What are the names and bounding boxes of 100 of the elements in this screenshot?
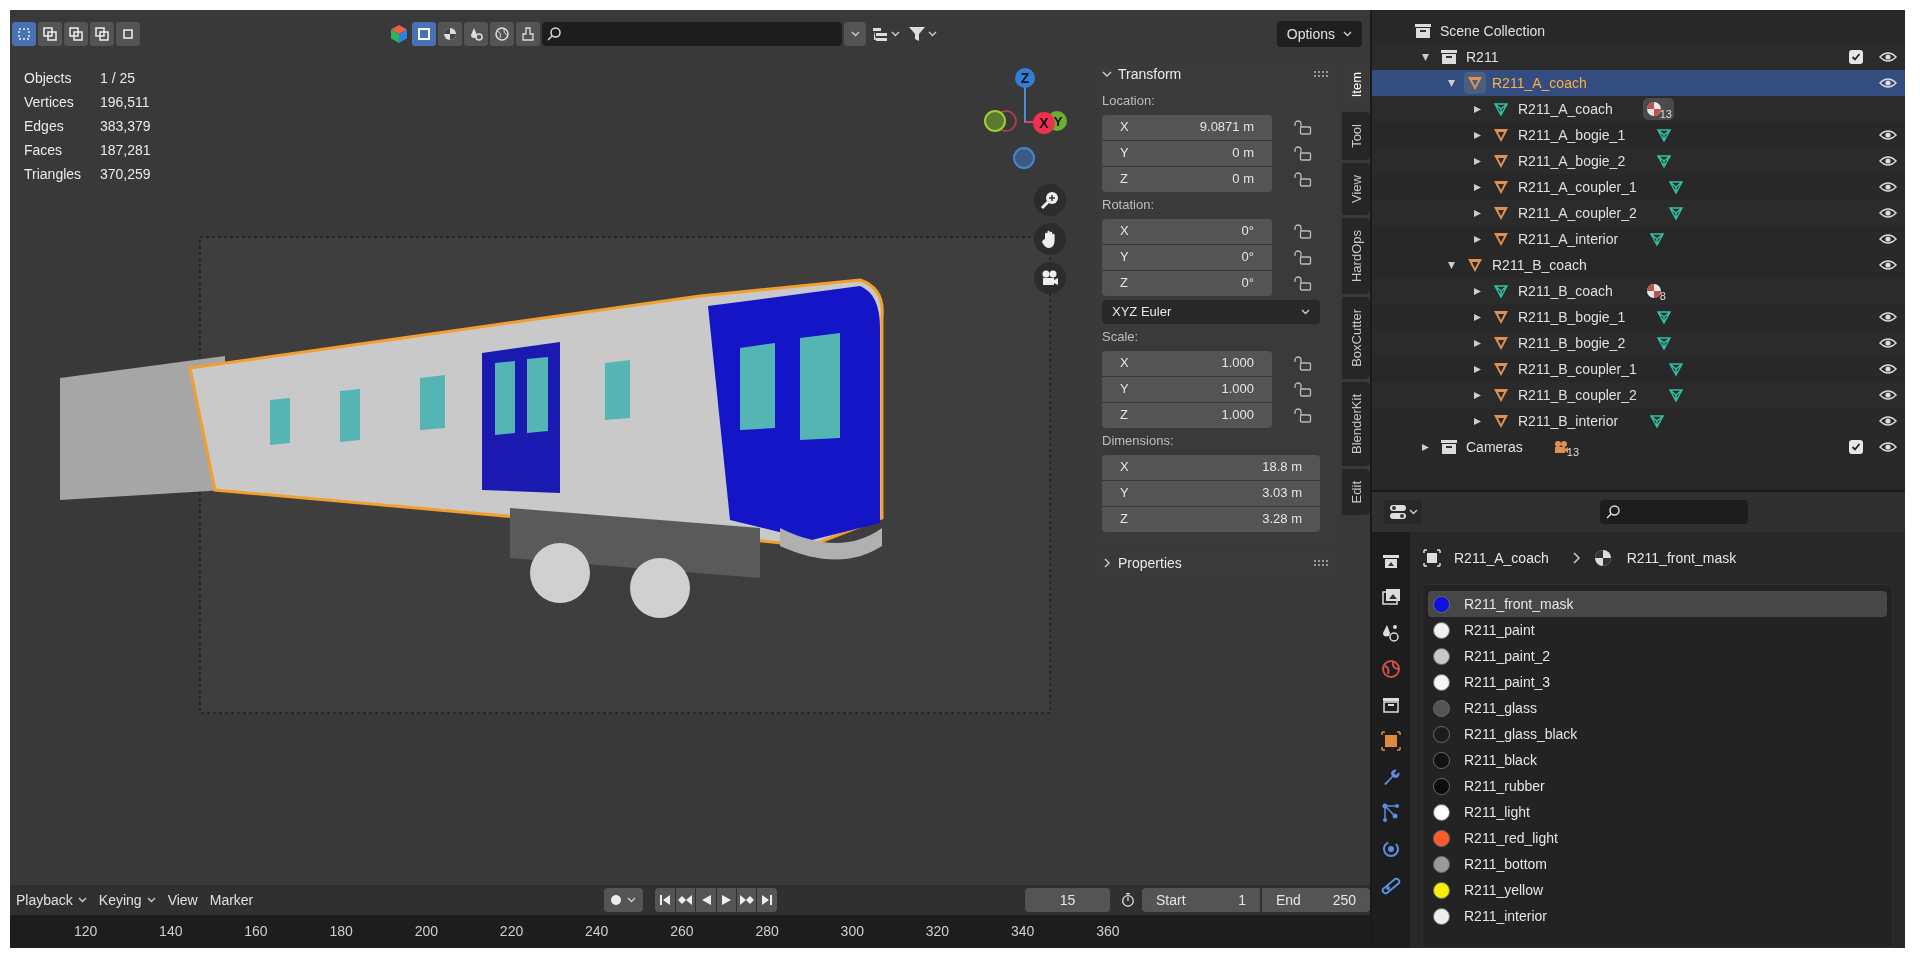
start-frame-field[interactable]: Start 1 xyxy=(1142,888,1260,912)
playback-button[interactable] xyxy=(716,888,736,912)
number-field[interactable]: Z 0° xyxy=(1102,270,1272,296)
playback-button[interactable] xyxy=(757,888,777,912)
number-field[interactable]: Z 1.000 xyxy=(1102,402,1272,428)
collapsed-arrow-icon[interactable] xyxy=(1472,312,1482,322)
sidebar-tab[interactable]: View xyxy=(1342,163,1370,216)
timeline-menu[interactable]: Playback xyxy=(10,887,93,913)
number-field[interactable]: Y 1.000 xyxy=(1102,376,1272,402)
expanded-arrow-icon[interactable] xyxy=(1446,78,1456,88)
drag-handle-icon[interactable] xyxy=(1314,560,1328,566)
material-slot[interactable]: R211_paint_3 xyxy=(1428,669,1887,695)
rotation-mode-dropdown[interactable]: XYZ Euler xyxy=(1102,300,1320,324)
number-field[interactable]: X 18.8 m xyxy=(1102,454,1320,480)
collapsed-arrow-icon[interactable] xyxy=(1472,416,1482,426)
timeline-menu[interactable]: Marker xyxy=(203,887,260,913)
unlock-icon[interactable] xyxy=(1294,119,1312,135)
material-slot[interactable]: R211_paint_2 xyxy=(1428,643,1887,669)
playback-button[interactable] xyxy=(675,888,696,912)
collapsed-arrow-icon[interactable] xyxy=(1472,182,1482,192)
eye-icon[interactable] xyxy=(1879,363,1897,375)
dropdown-button[interactable] xyxy=(844,22,866,46)
hand-icon[interactable] xyxy=(1034,223,1066,255)
material-slot[interactable]: R211_interior xyxy=(1428,903,1887,929)
material-slot[interactable]: R211_black xyxy=(1428,747,1887,773)
number-field[interactable]: Y 0° xyxy=(1102,244,1272,270)
eye-icon[interactable] xyxy=(1879,389,1897,401)
timeline-menu[interactable]: Keying xyxy=(92,887,162,913)
sidebar-tab[interactable]: Tool xyxy=(1342,112,1370,161)
collapsed-arrow-icon[interactable] xyxy=(1420,442,1430,452)
view-mode-button[interactable] xyxy=(412,22,436,46)
material-badge[interactable]: 13 xyxy=(1642,98,1674,120)
material-slot[interactable]: R211_front_mask xyxy=(1428,591,1887,617)
view-mode-button[interactable] xyxy=(438,22,462,46)
eye-icon[interactable] xyxy=(1879,337,1897,349)
material-slot[interactable]: R211_glass xyxy=(1428,695,1887,721)
eye-icon[interactable] xyxy=(1879,415,1897,427)
material-slot[interactable]: R211_rubber xyxy=(1428,773,1887,799)
panel-title[interactable]: Transform xyxy=(1118,63,1182,85)
timeline-menu[interactable]: View xyxy=(161,887,204,913)
material-slot[interactable]: R211_bottom xyxy=(1428,851,1887,877)
drag-handle-icon[interactable] xyxy=(1314,71,1328,77)
eye-icon[interactable] xyxy=(1879,259,1897,271)
collapsed-arrow-icon[interactable] xyxy=(1472,390,1482,400)
number-field[interactable]: X 0° xyxy=(1102,218,1272,244)
search-field[interactable] xyxy=(542,22,842,46)
unlock-icon[interactable] xyxy=(1294,275,1312,291)
collapsed-arrow-icon[interactable] xyxy=(1472,156,1482,166)
collapsed-arrow-icon[interactable] xyxy=(1472,338,1482,348)
playback-button[interactable] xyxy=(736,888,757,912)
select-mode-button[interactable] xyxy=(12,22,36,46)
zoom-icon[interactable] xyxy=(1034,184,1066,216)
eye-icon[interactable] xyxy=(1879,77,1897,89)
unlock-icon[interactable] xyxy=(1294,355,1312,371)
sidebar-tab[interactable]: HardOps xyxy=(1342,218,1370,295)
sidebar-tab[interactable]: BoxCutter xyxy=(1342,297,1370,379)
stopwatch-icon[interactable] xyxy=(1120,891,1136,909)
outliner-row[interactable]: R211_A_coach xyxy=(1372,70,1905,96)
select-mode-button[interactable] xyxy=(116,22,140,46)
number-field[interactable]: X 1.000 xyxy=(1102,350,1272,376)
eye-icon[interactable] xyxy=(1879,233,1897,245)
camera-badge[interactable]: 13 xyxy=(1552,436,1580,458)
breadcrumb-item[interactable]: R211_front_mask xyxy=(1626,547,1737,569)
material-slot[interactable]: R211_red_light xyxy=(1428,825,1887,851)
search-field[interactable] xyxy=(1600,500,1748,524)
eye-icon[interactable] xyxy=(1879,181,1897,193)
breadcrumb-item[interactable]: R211_A_coach xyxy=(1454,547,1549,569)
number-field[interactable]: Z 3.28 m xyxy=(1102,506,1320,532)
view-mode-button[interactable] xyxy=(516,22,540,46)
collapsed-arrow-icon[interactable] xyxy=(1472,364,1482,374)
number-field[interactable]: Y 0 m xyxy=(1102,140,1272,166)
material-slot[interactable]: R211_yellow xyxy=(1428,877,1887,903)
record-button[interactable] xyxy=(604,888,644,912)
playback-button[interactable] xyxy=(696,888,716,912)
collapsed-arrow-icon[interactable] xyxy=(1472,286,1482,296)
expanded-arrow-icon[interactable] xyxy=(1446,260,1456,270)
unlock-icon[interactable] xyxy=(1294,381,1312,397)
eye-icon[interactable] xyxy=(1879,155,1897,167)
expanded-arrow-icon[interactable] xyxy=(1420,52,1430,62)
panel-title[interactable]: Properties xyxy=(1118,552,1182,574)
material-slot[interactable]: R211_paint xyxy=(1428,617,1887,643)
current-frame-field[interactable]: 15 xyxy=(1024,888,1111,912)
expand-chevron-icon[interactable] xyxy=(1102,558,1112,568)
eye-icon[interactable] xyxy=(1879,129,1897,141)
material-badge[interactable]: 8 xyxy=(1642,280,1668,302)
eye-icon[interactable] xyxy=(1879,311,1897,323)
collapsed-arrow-icon[interactable] xyxy=(1472,130,1482,140)
view-mode-button[interactable] xyxy=(490,22,514,46)
material-slot[interactable]: R211_glass_black xyxy=(1428,721,1887,747)
unlock-icon[interactable] xyxy=(1294,171,1312,187)
collapsed-arrow-icon[interactable] xyxy=(1472,104,1482,114)
number-field[interactable]: X 9.0871 m xyxy=(1102,114,1272,140)
unlock-icon[interactable] xyxy=(1294,223,1312,239)
material-slot[interactable]: R211_light xyxy=(1428,799,1887,825)
select-mode-button[interactable] xyxy=(38,22,62,46)
number-field[interactable]: Y 3.03 m xyxy=(1102,480,1320,506)
camera-icon[interactable] xyxy=(1034,262,1066,294)
view-mode-button[interactable] xyxy=(464,22,488,46)
eye-icon[interactable] xyxy=(1879,51,1897,63)
select-mode-button[interactable] xyxy=(90,22,114,46)
